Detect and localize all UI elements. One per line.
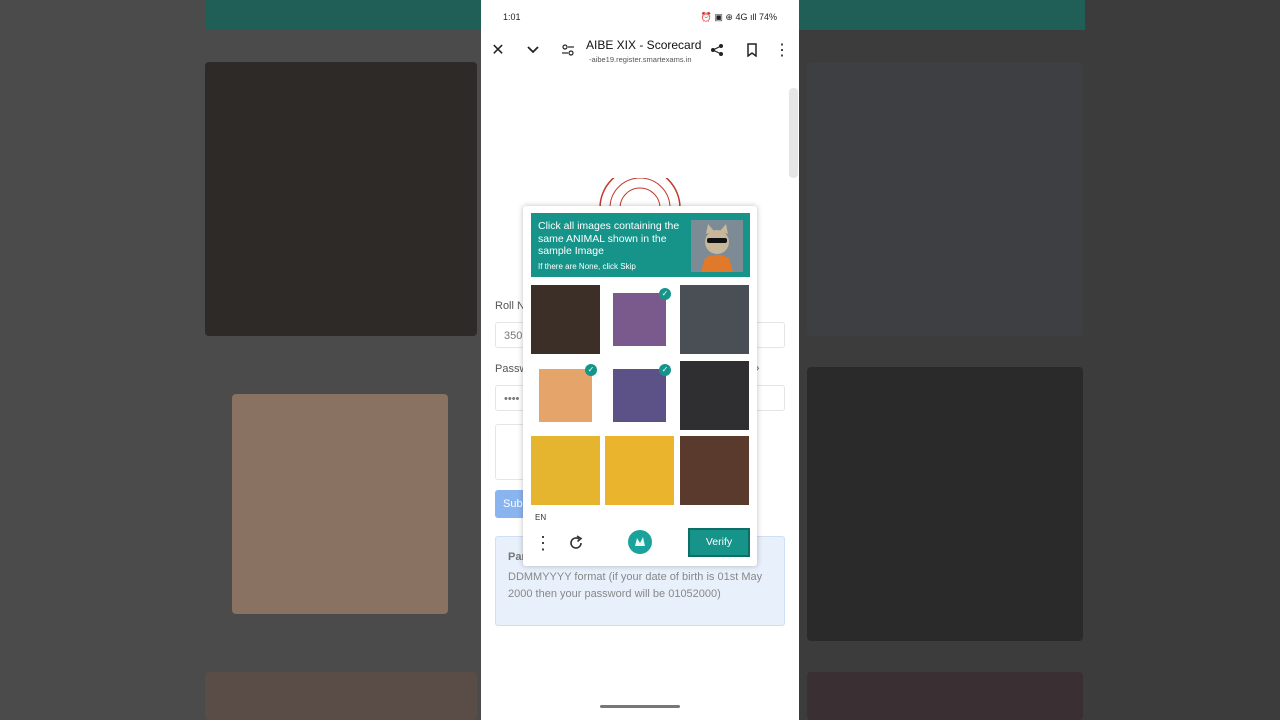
sample-image (691, 220, 743, 272)
refresh-icon[interactable] (565, 532, 587, 554)
status-time: 1:01 (503, 12, 521, 22)
info-text: DDMMYYYY format (if your date of birth i… (508, 571, 763, 600)
more-options-icon[interactable]: ⋮ (772, 40, 792, 60)
selected-check-icon: ✓ (659, 288, 671, 300)
tile-cat-3-image (613, 369, 666, 422)
background-dog-image-3 (807, 367, 1083, 641)
page-title: AIBE XIX - Scorecard (586, 38, 702, 52)
background-dog-image-2 (807, 62, 1083, 336)
captcha-dialog: Click all images containing the same ANI… (523, 206, 757, 566)
tile-cat-1-image (613, 293, 666, 346)
share-icon[interactable] (707, 40, 727, 60)
close-icon[interactable]: ✕ (488, 40, 508, 60)
tile-dog-1-image (531, 285, 600, 354)
tile-dog-1[interactable] (531, 285, 600, 354)
tile-hardhat-1-image (531, 436, 600, 505)
browser-toolbar: ✕ AIBE XIX - Scorecard -aibe19.register.… (481, 32, 799, 72)
verify-button[interactable]: Verify (688, 528, 750, 557)
background-image-bottom-2 (807, 672, 1083, 720)
background-cat-image (232, 394, 448, 614)
chevron-down-icon[interactable] (523, 40, 543, 60)
status-icons: ⏰ ▣ ⊕ 4G ıll 74% (700, 12, 777, 22)
tile-dog-2[interactable] (680, 285, 749, 354)
tile-dog-2-image (680, 285, 749, 354)
background-image-bottom (205, 672, 477, 720)
captcha-header: Click all images containing the same ANI… (531, 213, 750, 277)
tile-shoes-image (680, 436, 749, 505)
tile-dog-3-image (680, 361, 749, 430)
captcha-prompt: Click all images containing the same ANI… (538, 220, 680, 257)
tile-hardhat-1[interactable] (531, 436, 600, 505)
page-scrollbar[interactable] (789, 88, 798, 178)
tile-dog-3[interactable] (680, 361, 749, 430)
tile-cat-1[interactable]: ✓ (605, 285, 674, 354)
site-settings-icon[interactable] (558, 40, 578, 60)
bookmark-icon[interactable] (742, 40, 762, 60)
tile-cat-2-image (539, 369, 592, 422)
selected-check-icon: ✓ (659, 364, 671, 376)
captcha-menu-icon[interactable]: ⋮ (534, 532, 552, 554)
selected-check-icon: ✓ (585, 364, 597, 376)
background-dog-image (205, 62, 477, 336)
hcaptcha-logo-icon (628, 530, 652, 554)
tile-cat-3[interactable]: ✓ (605, 361, 674, 430)
captcha-skip-hint: If there are None, click Skip (538, 262, 636, 271)
logo-emblem (599, 178, 681, 208)
tile-hardhat-2[interactable] (605, 436, 674, 505)
phone-screen: 1:01 ⏰ ▣ ⊕ 4G ıll 74% ✕ AIBE XIX - Score… (481, 0, 799, 720)
status-bar: 1:01 ⏰ ▣ ⊕ 4G ıll 74% (481, 0, 799, 32)
tile-shoes[interactable] (680, 436, 749, 505)
tile-cat-2[interactable]: ✓ (531, 361, 600, 430)
page-url[interactable]: -aibe19.register.smartexams.in (589, 55, 692, 64)
roll-number-label: Roll N (495, 300, 525, 312)
home-indicator[interactable] (600, 705, 680, 708)
language-selector[interactable]: EN (535, 513, 546, 522)
tile-hardhat-2-image (605, 436, 674, 505)
